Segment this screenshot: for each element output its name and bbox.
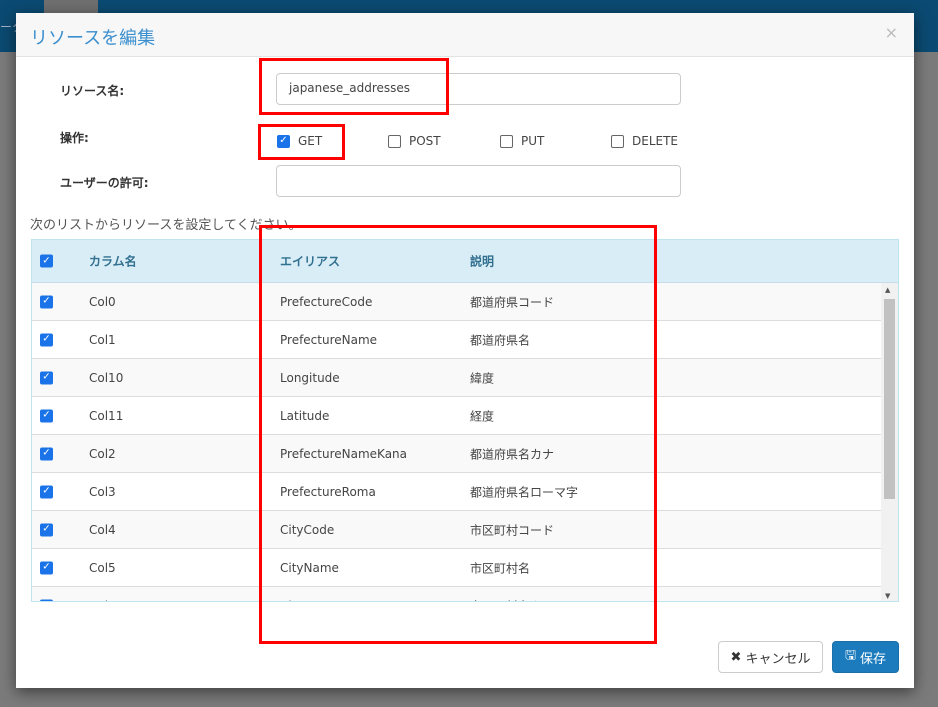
user-permission-label: ユーザーの許可: [60,176,149,190]
highlight-box-alias-description [259,225,657,644]
row-checkbox[interactable]: ✓ [40,485,53,498]
row-checkbox[interactable]: ✓ [40,447,53,460]
scrollbar-thumb[interactable] [884,299,895,499]
table-scrollbar[interactable]: ▲ ▼ [881,283,898,601]
operation-post-checkbox[interactable]: POST [388,134,441,148]
scroll-up-icon[interactable]: ▲ [885,286,890,294]
operation-label: PUT [521,134,545,148]
column-name: Col4 [89,522,116,537]
row-checkbox[interactable]: ✓ [40,409,53,422]
operation-label: DELETE [632,134,679,148]
column-name: Col5 [89,560,116,575]
highlight-box-get [258,124,345,160]
row-checkbox[interactable]: ✓ [40,523,53,536]
select-all-checkbox[interactable]: ✓ [40,254,53,268]
row-checkbox[interactable]: ✓ [40,295,53,308]
cancel-button[interactable]: ✖ キャンセル [718,641,823,673]
highlight-box-resource-name [259,58,449,115]
operation-put-checkbox[interactable]: PUT [500,134,544,148]
checkbox-icon [388,134,401,148]
checkbox-icon [611,134,624,148]
checkbox-icon [500,134,513,148]
save-icon: 🖫 [844,648,857,663]
save-button[interactable]: 🖫 保存 [832,641,899,673]
row-checkbox[interactable]: ✓ [40,561,53,574]
user-permission-input[interactable] [276,165,681,197]
operation-delete-checkbox[interactable]: DELETE [611,134,678,148]
column-name: Col2 [89,446,116,461]
row-checkbox[interactable]: ✓ [40,371,53,384]
column-name: Col11 [89,408,124,423]
header-column-name: カラム名 [89,254,137,269]
close-icon[interactable]: × [885,23,898,42]
column-name: Col6 [89,599,116,602]
row-checkbox[interactable]: ✓ [40,599,53,601]
modal-header: リソースを編集 × [16,13,914,57]
save-label: 保存 [860,651,887,667]
modal-title: リソースを編集 [30,28,156,49]
scroll-down-icon[interactable]: ▼ [885,592,890,600]
column-name: Col3 [89,484,116,499]
operation-label: POST [409,134,441,148]
cancel-label: キャンセル [745,651,811,667]
column-name: Col1 [89,332,116,347]
column-name: Col10 [89,370,124,385]
close-icon: ✖ [730,649,742,665]
row-checkbox[interactable]: ✓ [40,333,53,346]
operations-label: 操作: [60,131,89,145]
column-name: Col0 [89,294,116,309]
resource-name-label: リソース名: [60,84,125,98]
